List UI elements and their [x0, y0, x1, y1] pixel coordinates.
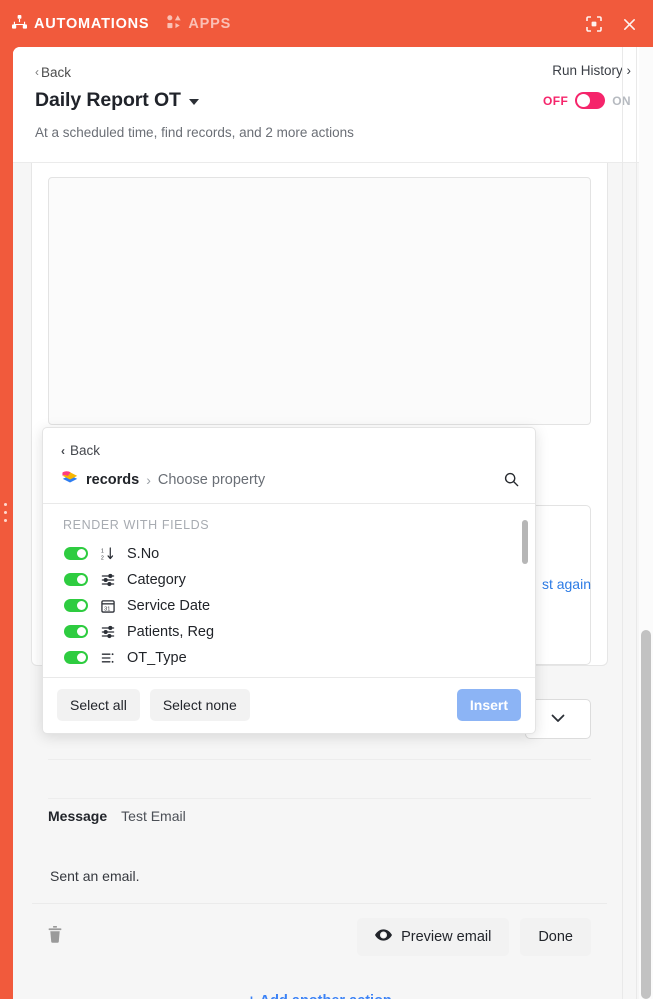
field-toggle[interactable] [64, 651, 88, 664]
list-lines-icon [99, 651, 116, 665]
popover-scrollbar-thumb[interactable] [522, 519, 528, 564]
plus-icon: + [247, 993, 255, 999]
page-scrollbar-thumb[interactable] [641, 630, 651, 999]
popover-breadcrumb: records › Choose property [43, 460, 535, 504]
eye-icon [375, 928, 393, 945]
enable-toggle[interactable] [575, 92, 606, 109]
chevron-left-icon: ‹ [61, 443, 65, 458]
field-row-patients-reg[interactable]: Patients, Reg [43, 619, 535, 645]
run-history-label: Run History [552, 63, 623, 78]
field-list: RENDER WITH FIELDS 1 2 S.No Category 31 … [43, 504, 535, 677]
add-another-action-button[interactable]: + Add another action [31, 993, 608, 999]
footer-buttons: Preview email Done [357, 917, 591, 956]
test-again-link[interactable]: st again [542, 576, 591, 592]
popover-back-button[interactable]: ‹ Back [43, 428, 100, 458]
top-bar: AUTOMATIONS APPS [0, 0, 653, 48]
field-row-category[interactable]: Category [43, 567, 535, 593]
card-header: ‹ Back Daily Report OT At a scheduled ti… [13, 47, 653, 163]
action-footer: Preview email Done [32, 903, 607, 969]
chevron-left-icon: ‹ [35, 65, 39, 79]
vertical-divider [636, 47, 637, 999]
add-another-action-label: Add another action [260, 993, 392, 999]
divider [48, 798, 591, 799]
divider [48, 759, 591, 760]
shapes-icon [167, 15, 182, 33]
field-label: OT_Type [127, 649, 187, 666]
toggle-knob [77, 575, 86, 584]
field-toggle[interactable] [64, 625, 88, 638]
vertical-divider [622, 47, 623, 999]
page-title: Daily Report OT [35, 89, 181, 111]
calendar-31-icon: 31 [99, 599, 116, 613]
insert-button[interactable]: Insert [456, 688, 521, 721]
field-toggle[interactable] [64, 547, 88, 560]
toggle-knob [77, 549, 86, 558]
back-label: Back [41, 64, 72, 80]
select-all-button[interactable]: Select all [57, 688, 140, 721]
top-bar-actions [586, 16, 637, 32]
field-list-section-label: RENDER WITH FIELDS [63, 517, 210, 532]
apps-label: APPS [188, 16, 232, 32]
preview-email-label: Preview email [401, 928, 492, 945]
done-button[interactable]: Done [520, 917, 591, 956]
automations-brand[interactable]: AUTOMATIONS [12, 14, 150, 34]
toggle-off-label: OFF [542, 93, 569, 108]
drag-dot [4, 519, 7, 522]
chevron-down-icon[interactable] [188, 99, 199, 105]
preview-email-button[interactable]: Preview email [357, 917, 510, 956]
records-stack-icon [61, 470, 79, 490]
field-label: S.No [127, 545, 160, 562]
panel-drag-handle[interactable] [4, 503, 7, 522]
message-row: Message Test Email [48, 808, 186, 824]
sort-number-icon: 1 2 [99, 546, 116, 561]
focus-frame-icon[interactable] [586, 16, 602, 32]
chevron-right-icon: › [626, 63, 632, 78]
automations-label: AUTOMATIONS [34, 16, 150, 32]
choose-property-popover: ‹ Back records › Choose property RENDER … [42, 427, 536, 734]
apps-nav[interactable]: APPS [167, 15, 231, 33]
done-label: Done [538, 928, 573, 945]
field-label: Category [127, 571, 186, 588]
field-toggle[interactable] [64, 599, 88, 612]
automation-subtitle: At a scheduled time, find records, and 2… [35, 125, 354, 140]
field-label: Patients, Reg [127, 623, 215, 640]
automations-window: AUTOMATIONS APPS ‹ Back Daily Report OT … [0, 0, 653, 999]
toggle-knob [577, 94, 591, 107]
enable-toggle-group: OFF ON [543, 92, 631, 109]
filter-lines-icon [99, 625, 116, 639]
automation-card: ‹ Back Daily Report OT At a scheduled ti… [13, 47, 653, 999]
popover-footer: Select all Select none Insert [43, 676, 535, 733]
run-history-link[interactable]: Run History › [552, 63, 631, 78]
back-button[interactable]: ‹ Back [35, 65, 71, 80]
hierarchy-icon [12, 14, 27, 34]
select-none-button[interactable]: Select none [149, 688, 250, 721]
toggle-knob [77, 627, 86, 636]
email-body-editor[interactable] [48, 177, 591, 425]
drag-dot [4, 511, 7, 514]
field-label: Service Date [127, 597, 211, 614]
field-toggle[interactable] [64, 573, 88, 586]
svg-text:1: 1 [101, 548, 104, 554]
search-icon[interactable] [504, 472, 519, 487]
field-row-service-date[interactable]: 31 Service Date [43, 593, 535, 619]
svg-text:31: 31 [104, 606, 110, 612]
message-value: Test Email [121, 808, 186, 824]
toggle-knob [77, 653, 86, 662]
field-row-ot-type[interactable]: OT_Type [43, 645, 535, 671]
field-row-sno[interactable]: 1 2 S.No [43, 541, 535, 567]
chevron-down-icon [551, 710, 565, 728]
message-key: Message [48, 808, 108, 824]
title-row: Daily Report OT [35, 89, 631, 112]
breadcrumb-separator: › [146, 471, 151, 488]
close-icon[interactable] [622, 17, 637, 32]
breadcrumb-source[interactable]: records [86, 472, 139, 488]
popover-back-label: Back [70, 443, 101, 458]
drag-dot [4, 503, 7, 506]
filter-lines-icon [99, 573, 116, 587]
breadcrumb-choose-property: Choose property [157, 471, 266, 488]
trash-icon[interactable] [48, 925, 62, 948]
toggle-knob [77, 601, 86, 610]
svg-text:2: 2 [101, 555, 104, 560]
sent-email-note: Sent an email. [50, 868, 140, 884]
